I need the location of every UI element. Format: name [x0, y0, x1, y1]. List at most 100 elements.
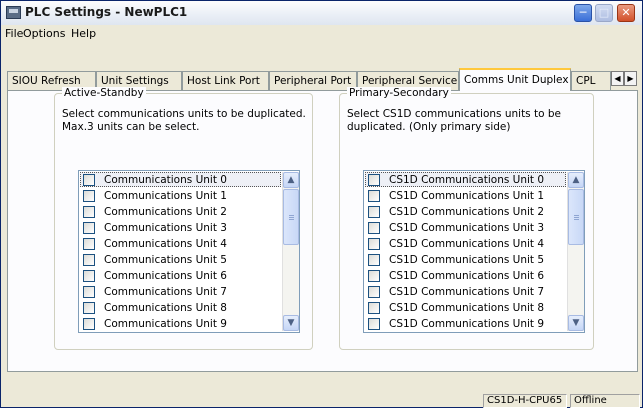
- active-standby-list-item[interactable]: Communications Unit 8: [80, 300, 281, 315]
- unit-checkbox[interactable]: [83, 317, 95, 330]
- unit-checkbox[interactable]: [368, 253, 380, 266]
- unit-checkbox[interactable]: [83, 221, 95, 234]
- unit-checkbox[interactable]: [368, 301, 380, 314]
- scroll-down-button[interactable]: ▼: [568, 315, 584, 331]
- unit-checkbox[interactable]: [368, 317, 380, 330]
- unit-checkbox[interactable]: [83, 173, 95, 186]
- primary-secondary-list-item[interactable]: CS1D Communications Unit 3: [365, 220, 566, 235]
- unit-checkbox[interactable]: [83, 269, 95, 282]
- unit-checkbox[interactable]: [368, 205, 380, 218]
- unit-label: Communications Unit 3: [104, 221, 227, 234]
- primary-secondary-list-item[interactable]: CS1D Communications Unit 4: [365, 236, 566, 251]
- primary-secondary-list-item[interactable]: CS1D Communications Unit 2: [365, 204, 566, 219]
- unit-label: Communications Unit 2: [104, 205, 227, 218]
- title-bar[interactable]: PLC Settings - NewPLC1 ─ □ ✕: [1, 1, 642, 26]
- unit-label: Communications Unit 9: [104, 317, 227, 330]
- active-standby-list-item[interactable]: Communications Unit 3: [80, 220, 281, 235]
- unit-checkbox[interactable]: [368, 285, 380, 298]
- unit-checkbox[interactable]: [83, 205, 95, 218]
- tab-scroll-right-button[interactable]: ▶: [624, 71, 637, 86]
- primary-secondary-desc-line-2: duplicated. (Only primary side): [347, 121, 511, 133]
- primary-secondary-desc-line-1: Select CS1D communications units to be: [347, 108, 561, 120]
- unit-checkbox[interactable]: [83, 285, 95, 298]
- active-standby-description: Select communications units to be duplic…: [62, 108, 306, 134]
- minimize-button[interactable]: ─: [574, 4, 592, 22]
- unit-label: Communications Unit 6: [104, 269, 227, 282]
- plc-settings-window: PLC Settings - NewPLC1 ─ □ ✕ File Option…: [0, 0, 643, 408]
- unit-label: Communications Unit 7: [104, 285, 227, 298]
- primary-secondary-unit-list[interactable]: CS1D Communications Unit 0 CS1D Communica…: [363, 170, 585, 333]
- primary-secondary-description: Select CS1D communications units to be d…: [347, 108, 561, 134]
- unit-checkbox[interactable]: [83, 253, 95, 266]
- primary-secondary-list-item[interactable]: CS1D Communications Unit 9: [365, 316, 566, 331]
- tab-peripheral-port[interactable]: Peripheral Port: [269, 71, 357, 90]
- unit-checkbox[interactable]: [83, 301, 95, 314]
- window-title: PLC Settings - NewPLC1: [25, 5, 188, 19]
- primary-secondary-list-item[interactable]: CS1D Communications Unit 1: [365, 188, 566, 203]
- unit-checkbox[interactable]: [368, 237, 380, 250]
- unit-checkbox[interactable]: [368, 189, 380, 202]
- plc-app-icon[interactable]: [6, 6, 21, 19]
- primary-secondary-list-item[interactable]: CS1D Communications Unit 8: [365, 300, 566, 315]
- scroll-thumb[interactable]: [568, 189, 584, 245]
- unit-checkbox[interactable]: [368, 221, 380, 234]
- active-standby-list-item[interactable]: Communications Unit 6: [80, 268, 281, 283]
- unit-label: CS1D Communications Unit 0: [389, 173, 545, 186]
- close-button[interactable]: ✕: [617, 4, 635, 22]
- chevron-left-icon: ◀: [614, 74, 621, 83]
- menu-file[interactable]: File: [5, 27, 23, 40]
- primary-secondary-list-item[interactable]: CS1D Communications Unit 5: [365, 252, 566, 267]
- tab-cpl[interactable]: CPL: [571, 71, 611, 90]
- active-standby-unit-list[interactable]: Communications Unit 0 Communications Unit…: [78, 170, 300, 333]
- scroll-down-button[interactable]: ▼: [283, 315, 299, 331]
- unit-label: CS1D Communications Unit 2: [389, 205, 545, 218]
- active-standby-scrollbar[interactable]: ▲ ▼: [282, 172, 299, 331]
- active-standby-list-item[interactable]: Communications Unit 1: [80, 188, 281, 203]
- active-standby-desc-line-2: Max.3 units can be select.: [62, 121, 200, 133]
- unit-label: CS1D Communications Unit 3: [389, 221, 545, 234]
- minimize-icon: ─: [579, 6, 587, 19]
- active-standby-list-item[interactable]: Communications Unit 5: [80, 252, 281, 267]
- chevron-right-icon: ▶: [627, 74, 634, 83]
- scroll-up-button[interactable]: ▲: [568, 172, 584, 188]
- unit-label: Communications Unit 8: [104, 301, 227, 314]
- menu-bar: File Options Help: [1, 25, 642, 43]
- unit-label: Communications Unit 4: [104, 237, 227, 250]
- unit-checkbox[interactable]: [83, 237, 95, 250]
- menu-help[interactable]: Help: [71, 27, 96, 40]
- primary-secondary-label: Primary-Secondary: [347, 87, 451, 99]
- active-standby-list-item[interactable]: Communications Unit 9: [80, 316, 281, 331]
- unit-label: CS1D Communications Unit 4: [389, 237, 545, 250]
- unit-label: Communications Unit 1: [104, 189, 227, 202]
- primary-secondary-list-item[interactable]: CS1D Communications Unit 7: [365, 284, 566, 299]
- unit-checkbox[interactable]: [368, 269, 380, 282]
- primary-secondary-list-item[interactable]: CS1D Communications Unit 0: [365, 172, 566, 187]
- chevron-up-icon: ▲: [572, 175, 580, 185]
- unit-checkbox[interactable]: [368, 173, 380, 186]
- unit-label: CS1D Communications Unit 5: [389, 253, 545, 266]
- tab-scroll-left-button[interactable]: ◀: [611, 71, 624, 86]
- status-model: CS1D-H-CPU65: [483, 394, 567, 408]
- active-standby-desc-line-1: Select communications units to be duplic…: [62, 108, 306, 120]
- active-standby-list-item[interactable]: Communications Unit 0: [80, 172, 281, 187]
- chevron-down-icon: ▼: [287, 318, 295, 328]
- primary-secondary-scrollbar[interactable]: ▲ ▼: [567, 172, 584, 331]
- maximize-button[interactable]: □: [595, 4, 613, 22]
- unit-checkbox[interactable]: [83, 189, 95, 202]
- unit-label: CS1D Communications Unit 1: [389, 189, 545, 202]
- active-standby-label: Active-Standby: [62, 87, 146, 99]
- menu-options[interactable]: Options: [23, 27, 65, 40]
- scroll-up-button[interactable]: ▲: [283, 172, 299, 188]
- unit-label: CS1D Communications Unit 7: [389, 285, 545, 298]
- primary-secondary-list-item[interactable]: CS1D Communications Unit 6: [365, 268, 566, 283]
- tab-comms-unit-duplex[interactable]: Comms Unit Duplex: [459, 68, 571, 91]
- primary-secondary-group: Primary-Secondary Select CS1D communicat…: [339, 87, 594, 350]
- close-icon: ✕: [621, 6, 631, 19]
- scroll-thumb[interactable]: [283, 189, 299, 245]
- active-standby-list-item[interactable]: Communications Unit 2: [80, 204, 281, 219]
- active-standby-list-item[interactable]: Communications Unit 4: [80, 236, 281, 251]
- chevron-down-icon: ▼: [572, 318, 580, 328]
- active-standby-list-item[interactable]: Communications Unit 7: [80, 284, 281, 299]
- status-mode: Offline: [570, 394, 640, 408]
- tab-host-link-port[interactable]: Host Link Port: [182, 71, 269, 90]
